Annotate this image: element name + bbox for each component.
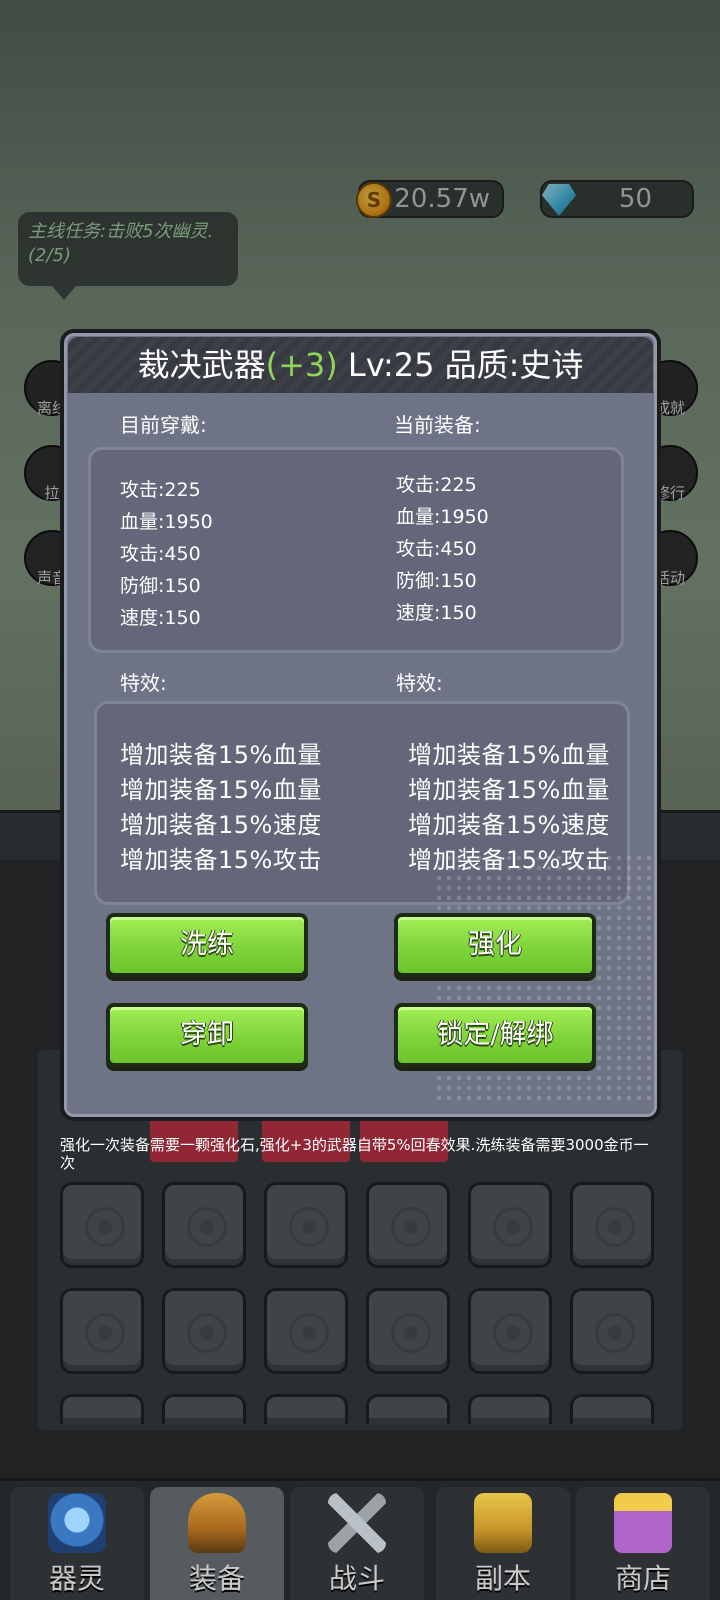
item-plus-level: (+3) xyxy=(265,346,338,384)
left-stat: 攻击:225 xyxy=(120,479,201,501)
right-effect: 增加装备15%速度 xyxy=(408,811,610,839)
left-effect: 增加装备15%速度 xyxy=(120,811,322,839)
effects-label-left: 特效: xyxy=(120,671,167,695)
nav-tab-dungeon[interactable]: 副本 xyxy=(436,1487,570,1600)
equip-unequip-button[interactable]: 穿卸 xyxy=(106,1003,308,1067)
current-wearing-label: 目前穿戴: xyxy=(120,413,207,437)
item-name: 裁决武器 xyxy=(137,346,266,384)
right-stat: 攻击:450 xyxy=(396,538,477,560)
chest-icon xyxy=(614,1493,672,1553)
equipment-detail-dialog: 裁决武器(+3) Lv:25 品质:史诗 目前穿戴: 当前装备: 攻击:225 … xyxy=(60,329,661,1121)
enhance-button[interactable]: 强化 xyxy=(394,913,596,977)
nav-label: 器灵 xyxy=(48,1562,105,1595)
left-effect: 增加装备15%攻击 xyxy=(120,846,322,874)
right-effect: 增加装备15%血量 xyxy=(408,776,610,804)
left-stat: 防御:150 xyxy=(120,575,201,597)
spirit-icon xyxy=(48,1493,106,1553)
left-stat: 攻击:450 xyxy=(120,543,201,565)
nav-label: 副本 xyxy=(474,1562,531,1595)
left-effect: 增加装备15%血量 xyxy=(120,776,322,804)
nav-tab-shop[interactable]: 商店 xyxy=(576,1487,710,1600)
nav-label: 商店 xyxy=(614,1562,671,1595)
right-stat: 速度:150 xyxy=(396,602,477,624)
left-stat: 速度:150 xyxy=(120,607,201,629)
swords-icon xyxy=(328,1493,386,1553)
nav-tab-spirit[interactable]: 器灵 xyxy=(10,1487,144,1600)
helmet-icon xyxy=(188,1493,246,1553)
bottom-navigation: 器灵 装备 战斗 副本 商店 xyxy=(0,1478,720,1600)
nav-tab-battle[interactable]: 战斗 xyxy=(290,1487,424,1600)
right-stat: 防御:150 xyxy=(396,570,477,592)
lock-unbind-button[interactable]: 锁定/解绑 xyxy=(394,1003,596,1067)
current-equip-label: 当前装备: xyxy=(394,413,481,437)
right-stat: 攻击:225 xyxy=(396,474,477,496)
nav-label: 装备 xyxy=(188,1562,245,1595)
left-effect: 增加装备15%血量 xyxy=(120,741,322,769)
refine-button[interactable]: 洗练 xyxy=(106,913,308,977)
nav-tab-equipment[interactable]: 装备 xyxy=(150,1487,284,1600)
nav-label: 战斗 xyxy=(328,1562,385,1595)
left-stat: 血量:1950 xyxy=(120,511,213,533)
item-level-quality: Lv:25 品质:史诗 xyxy=(337,346,584,384)
dungeon-icon xyxy=(474,1493,532,1553)
right-stat: 血量:1950 xyxy=(396,506,489,528)
dialog-title: 裁决武器(+3) Lv:25 品质:史诗 xyxy=(68,337,653,393)
enhance-info-text: 强化一次装备需要一颗强化石,强化+3的武器自带5%回春效果.洗练装备需要3000… xyxy=(60,1136,649,1172)
right-effect: 增加装备15%血量 xyxy=(408,741,610,769)
effects-label-right: 特效: xyxy=(396,671,443,695)
